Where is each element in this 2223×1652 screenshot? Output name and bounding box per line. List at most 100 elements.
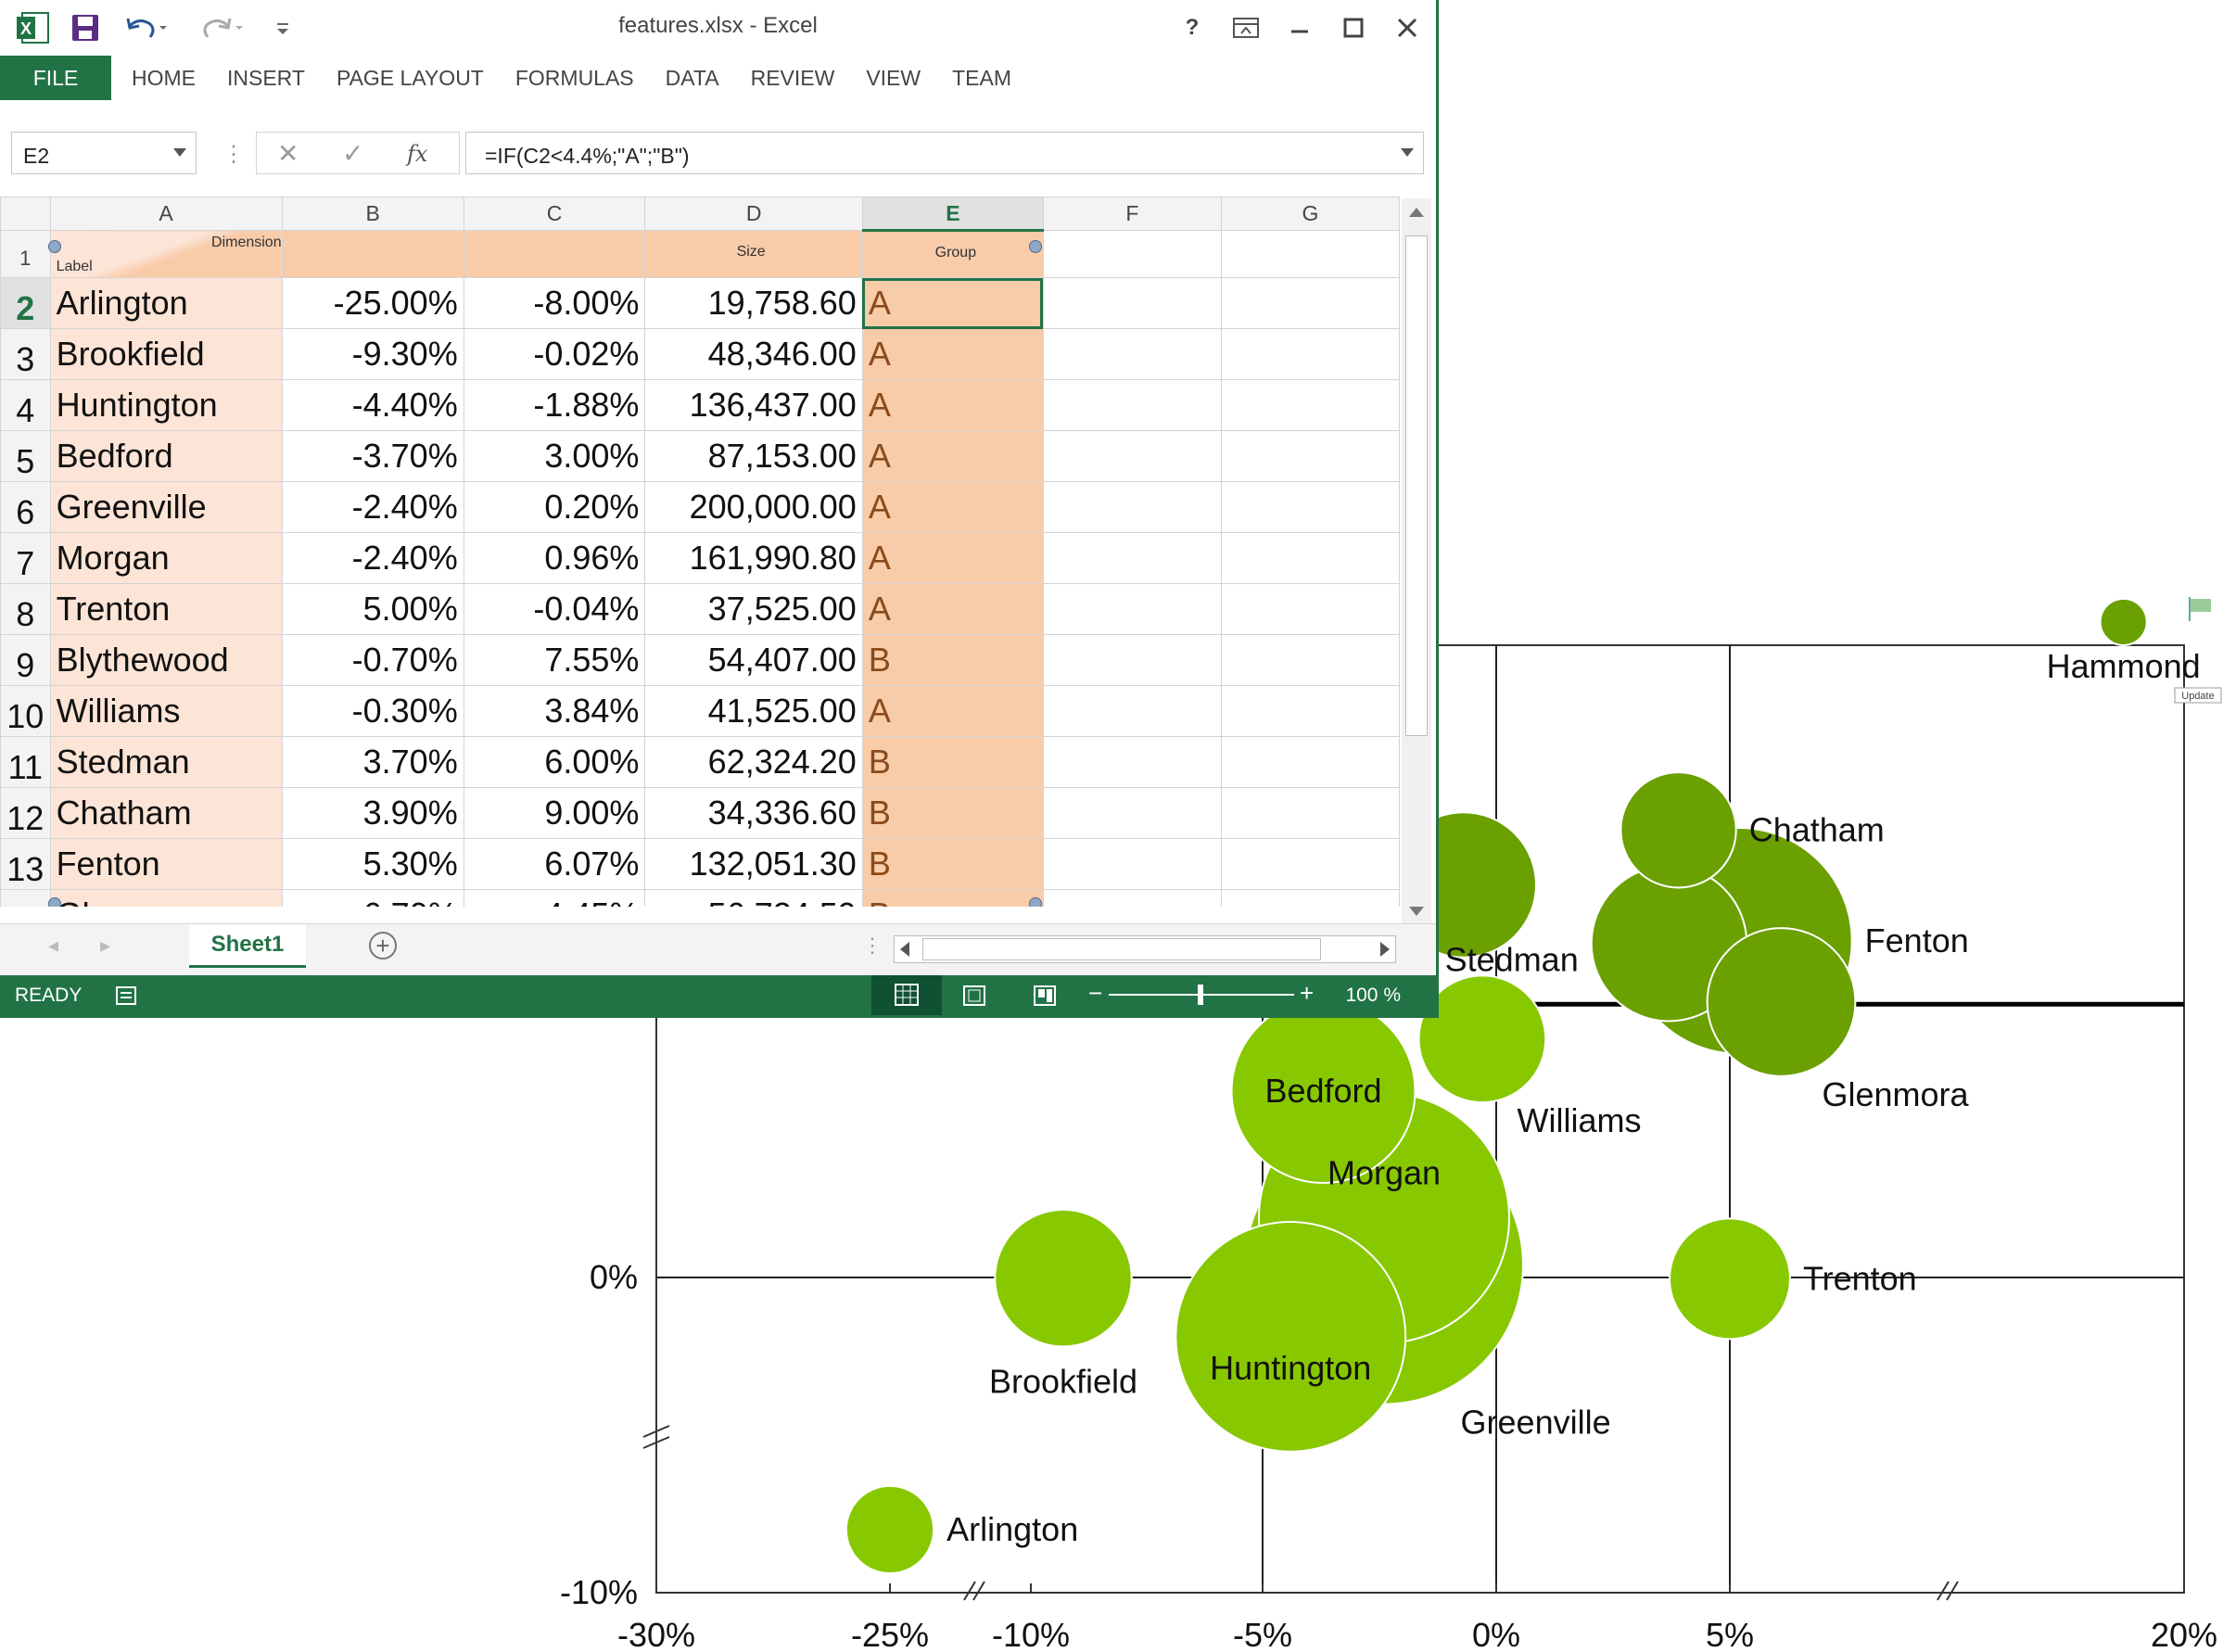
range-handle[interactable] <box>48 240 61 253</box>
cell-label[interactable]: Blythewood <box>49 634 283 686</box>
row-header[interactable]: 10 <box>0 685 51 737</box>
range-handle[interactable] <box>1029 240 1042 253</box>
cell-size[interactable]: 200,000.00 <box>644 481 863 533</box>
cell-empty[interactable] <box>1220 736 1400 788</box>
row-header[interactable]: 14 <box>0 889 51 907</box>
tab-insert[interactable]: INSERT <box>211 56 321 100</box>
cell-label[interactable]: Morgan <box>49 532 283 584</box>
cell-label[interactable]: Stedman <box>49 736 283 788</box>
cell-group[interactable]: A <box>861 379 1044 431</box>
zoom-slider-thumb[interactable] <box>1198 985 1203 1005</box>
row-header[interactable]: 13 <box>0 838 51 890</box>
bubble-huntington[interactable] <box>1175 1221 1407 1453</box>
bubble-arlington[interactable] <box>845 1484 935 1575</box>
scroll-down-icon[interactable] <box>1409 907 1424 916</box>
cell-label[interactable]: Chatham <box>49 787 283 839</box>
row-header[interactable]: 5 <box>0 430 51 482</box>
cell-empty[interactable] <box>1042 532 1222 584</box>
cell-y-value[interactable]: -1.88% <box>463 379 646 431</box>
add-sheet-icon[interactable]: + <box>369 932 397 959</box>
cell-empty[interactable] <box>1220 787 1400 839</box>
cell-label[interactable]: Bedford <box>49 430 283 482</box>
hscroll-thumb[interactable] <box>922 938 1321 960</box>
cell-empty[interactable] <box>1042 889 1222 907</box>
active-cell[interactable]: A <box>861 277 1044 329</box>
row-header[interactable]: 1 <box>0 230 51 278</box>
cell-y-value[interactable]: 9.00% <box>463 787 646 839</box>
row-header[interactable]: 6 <box>0 481 51 533</box>
cell-b1[interactable] <box>281 230 464 278</box>
range-handle[interactable] <box>1029 897 1042 907</box>
row-header[interactable]: 12 <box>0 787 51 839</box>
bubble-hammond[interactable] <box>2099 597 2148 646</box>
cell-size[interactable]: 132,051.30 <box>644 838 863 890</box>
cell-group[interactable]: B <box>861 838 1044 890</box>
cell-group[interactable]: B <box>861 787 1044 839</box>
cell-y-value[interactable]: 0.96% <box>463 532 646 584</box>
cell-size[interactable]: 161,990.80 <box>644 532 863 584</box>
range-handle[interactable] <box>48 897 61 907</box>
cell-label[interactable]: Fenton <box>49 838 283 890</box>
name-box[interactable]: E2 <box>11 132 197 174</box>
tab-review[interactable]: REVIEW <box>735 56 851 100</box>
cell-empty[interactable] <box>1220 277 1400 329</box>
cell-f1[interactable] <box>1042 230 1222 278</box>
minimize-button[interactable] <box>1279 9 1320 46</box>
row-header[interactable]: 2 <box>0 277 51 329</box>
column-header-selected[interactable]: E <box>861 197 1044 232</box>
cell-y-value[interactable]: -0.02% <box>463 328 646 380</box>
vertical-scrollbar[interactable] <box>1402 198 1431 923</box>
close-button[interactable] <box>1387 9 1428 46</box>
tab-home[interactable]: HOME <box>111 56 211 100</box>
cell-label[interactable]: Huntington <box>49 379 283 431</box>
cancel-icon[interactable]: ✕ <box>277 138 299 169</box>
cell-group[interactable]: A <box>861 328 1044 380</box>
cell-empty[interactable] <box>1220 328 1400 380</box>
scroll-thumb[interactable] <box>1405 235 1428 736</box>
spreadsheet-grid[interactable]: A B C D E F G 1 Dimension Label Size Gro… <box>0 197 1400 907</box>
cell-y-value[interactable]: 4.45% <box>463 889 646 907</box>
worksheet-table[interactable]: A B C D E F G 1 Dimension Label Size Gro… <box>0 197 1400 907</box>
cell-empty[interactable] <box>1220 379 1400 431</box>
cell-size[interactable]: 19,758.60 <box>644 277 863 329</box>
select-all-corner[interactable] <box>0 197 51 231</box>
cell-x-value[interactable]: 6.70% <box>281 889 464 907</box>
cell-x-value[interactable]: -9.30% <box>281 328 464 380</box>
bubble-trenton[interactable] <box>1669 1217 1791 1341</box>
cell-x-value[interactable]: -2.40% <box>281 532 464 584</box>
row-header[interactable]: 8 <box>0 583 51 635</box>
next-sheet-icon[interactable]: ▸ <box>100 934 110 958</box>
row-header[interactable]: 11 <box>0 736 51 788</box>
cell-empty[interactable] <box>1042 736 1222 788</box>
cell-label[interactable]: Williams <box>49 685 283 737</box>
cell-d1[interactable]: Size <box>644 230 863 278</box>
cell-empty[interactable] <box>1042 634 1222 686</box>
cell-x-value[interactable]: 5.00% <box>281 583 464 635</box>
cell-group[interactable]: B <box>861 634 1044 686</box>
prev-sheet-icon[interactable]: ◂ <box>48 934 58 958</box>
cell-empty[interactable] <box>1220 838 1400 890</box>
cell-empty[interactable] <box>1042 328 1222 380</box>
tab-data[interactable]: DATA <box>650 56 735 100</box>
cell-empty[interactable] <box>1220 532 1400 584</box>
tab-team[interactable]: TEAM <box>936 56 1027 100</box>
insert-function-icon[interactable]: fx <box>407 141 427 167</box>
cell-group[interactable]: A <box>861 481 1044 533</box>
tab-view[interactable]: VIEW <box>850 56 936 100</box>
column-header[interactable]: C <box>463 197 646 231</box>
cell-label[interactable]: Trenton <box>49 583 283 635</box>
cell-empty[interactable] <box>1042 430 1222 482</box>
zoom-in-icon[interactable]: + <box>1300 979 1314 1008</box>
cell-y-value[interactable]: -0.04% <box>463 583 646 635</box>
cell-x-value[interactable]: -3.70% <box>281 430 464 482</box>
page-layout-view-icon[interactable] <box>960 985 988 1011</box>
maximize-button[interactable] <box>1333 9 1374 46</box>
row-header[interactable]: 3 <box>0 328 51 380</box>
scroll-up-icon[interactable] <box>1409 208 1424 217</box>
row-header[interactable]: 7 <box>0 532 51 584</box>
cell-empty[interactable] <box>1042 277 1222 329</box>
page-break-view-icon[interactable] <box>1031 985 1059 1011</box>
cell-empty[interactable] <box>1220 685 1400 737</box>
cell-group[interactable]: A <box>861 532 1044 584</box>
cell-x-value[interactable]: 5.30% <box>281 838 464 890</box>
